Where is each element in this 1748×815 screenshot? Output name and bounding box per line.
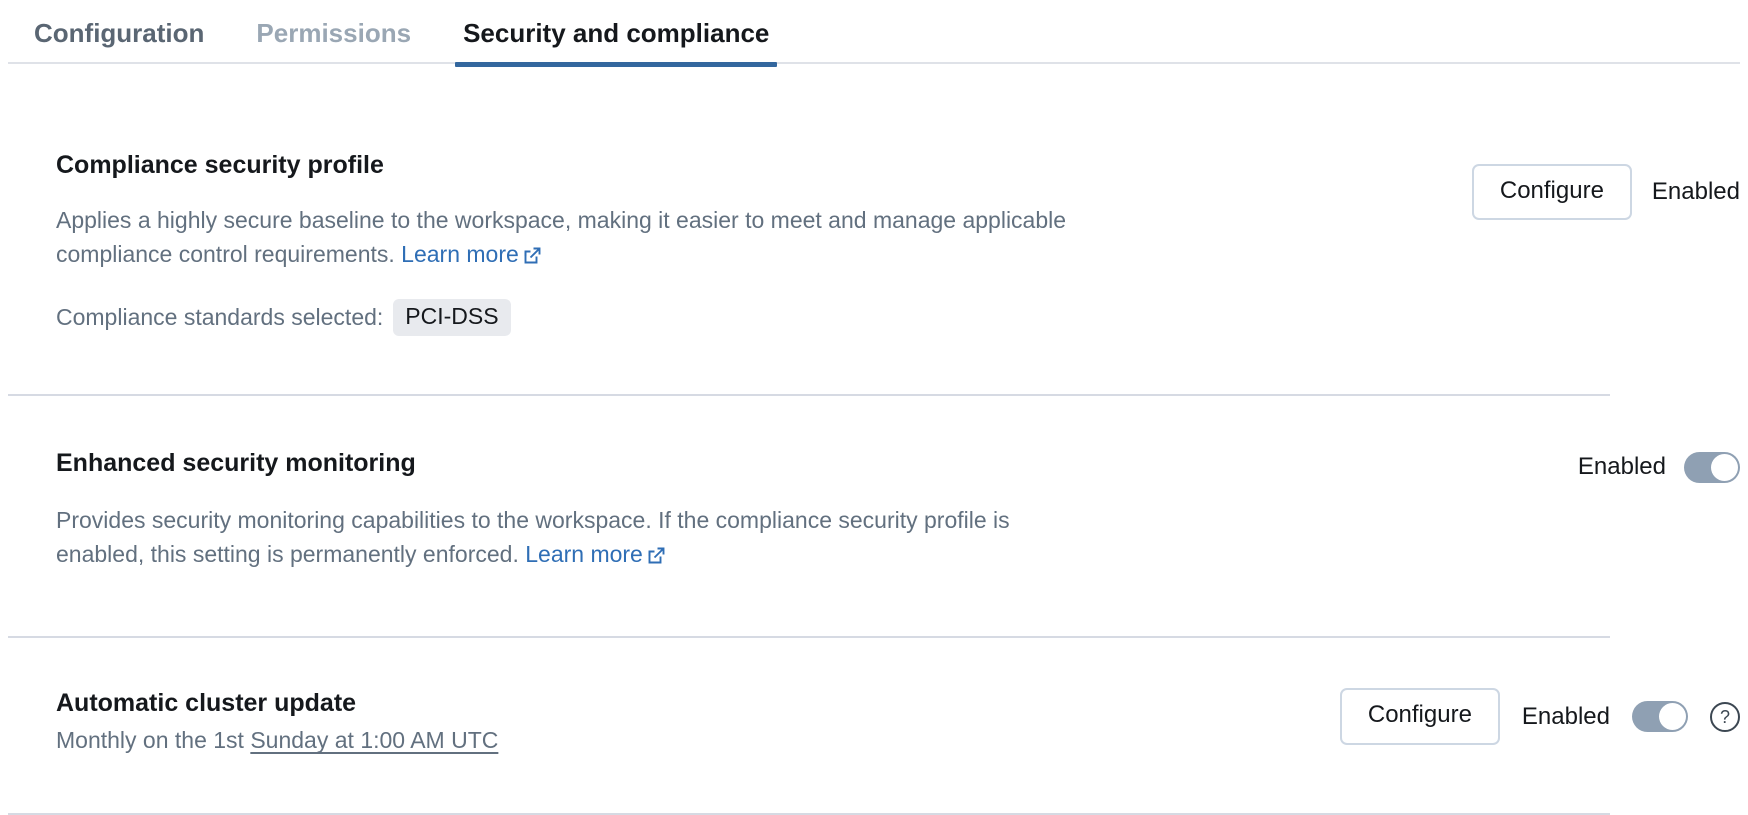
compliance-controls: Configure Enabled [1472, 150, 1740, 220]
tab-security-and-compliance[interactable]: Security and compliance [437, 0, 795, 68]
monitoring-title: Enhanced security monitoring [56, 448, 1578, 478]
tab-bar: Configuration Permissions Security and c… [0, 0, 1748, 68]
compliance-configure-button[interactable]: Configure [1472, 164, 1632, 220]
compliance-standards-row: Compliance standards selected: PCI-DSS [56, 299, 1472, 336]
monitoring-learn-more-label: Learn more [525, 541, 643, 567]
toggle-knob [1659, 703, 1686, 730]
compliance-status-label: Enabled [1652, 180, 1740, 204]
compliance-learn-more-link[interactable]: Learn more [401, 241, 542, 267]
section-compliance-security-profile: Compliance security profile Applies a hi… [0, 68, 1748, 336]
monitoring-description: Provides security monitoring capabilitie… [56, 504, 1096, 575]
compliance-standards-label: Compliance standards selected: [56, 304, 383, 331]
toggle-knob [1711, 454, 1738, 481]
section-enhanced-security-monitoring: Enhanced security monitoring Provides se… [0, 396, 1748, 575]
tab-configuration[interactable]: Configuration [8, 0, 230, 68]
compliance-learn-more-label: Learn more [401, 241, 519, 267]
monitoring-controls: Enabled [1578, 448, 1740, 483]
compliance-standard-badge: PCI-DSS [393, 299, 510, 336]
cluster-update-details: Automatic cluster update Monthly on the … [56, 688, 1340, 758]
help-icon[interactable]: ? [1710, 702, 1740, 732]
cluster-update-schedule-prefix: Monthly on the 1st [56, 727, 250, 753]
compliance-title: Compliance security profile [56, 150, 1472, 180]
cluster-update-schedule: Monthly on the 1st Sunday at 1:00 AM UTC [56, 724, 1096, 758]
compliance-description: Applies a highly secure baseline to the … [56, 204, 1096, 275]
external-link-icon [647, 541, 666, 575]
compliance-description-text: Applies a highly secure baseline to the … [56, 207, 1066, 267]
cluster-update-title: Automatic cluster update [56, 688, 1340, 718]
cluster-update-schedule-value[interactable]: Sunday at 1:00 AM UTC [250, 727, 498, 753]
external-link-icon [523, 241, 542, 275]
cluster-update-status-label: Enabled [1522, 705, 1610, 729]
cluster-update-configure-button[interactable]: Configure [1340, 688, 1500, 744]
section-automatic-cluster-update: Automatic cluster update Monthly on the … [0, 638, 1748, 758]
monitoring-details: Enhanced security monitoring Provides se… [56, 448, 1578, 575]
tab-permissions[interactable]: Permissions [230, 0, 437, 68]
cluster-update-toggle[interactable] [1632, 701, 1688, 732]
cluster-update-controls: Configure Enabled ? [1340, 688, 1740, 744]
monitoring-status-label: Enabled [1578, 455, 1666, 479]
monitoring-toggle[interactable] [1684, 452, 1740, 483]
monitoring-learn-more-link[interactable]: Learn more [525, 541, 666, 567]
compliance-details: Compliance security profile Applies a hi… [56, 150, 1472, 336]
settings-content: Compliance security profile Applies a hi… [0, 68, 1748, 815]
